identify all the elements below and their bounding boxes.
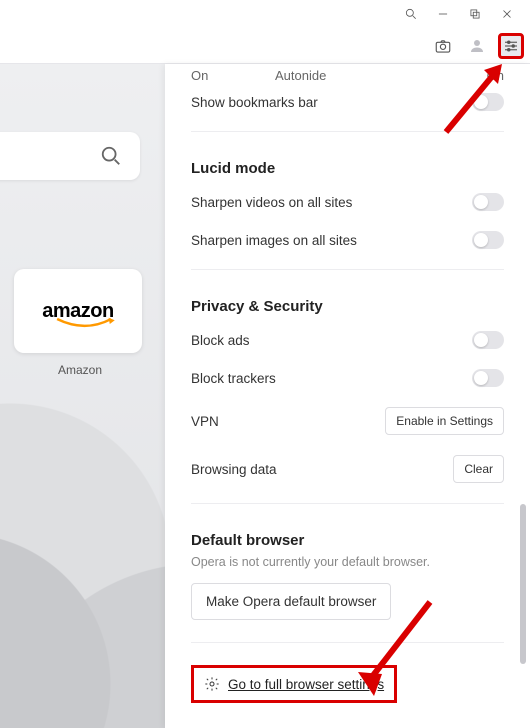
sharpen-videos-row: Sharpen videos on all sites — [191, 183, 504, 221]
minimize-button[interactable] — [428, 2, 458, 26]
panel-scrollbar[interactable] — [520, 504, 526, 664]
block-trackers-toggle[interactable] — [472, 369, 504, 387]
profile-icon[interactable] — [464, 33, 490, 59]
tile-label: Amazon — [14, 363, 146, 377]
title-search-icon[interactable] — [396, 2, 426, 26]
sharpen-images-row: Sharpen images on all sites — [191, 221, 504, 259]
item-label: Show bookmarks bar — [191, 95, 318, 110]
top-status-row: On Autonide On — [191, 68, 504, 83]
lucid-mode-title: Lucid mode — [191, 160, 504, 177]
speed-dial-tile[interactable]: amazon Amazon — [14, 269, 146, 377]
speed-dial-background: amazon Amazon — [0, 64, 165, 728]
block-ads-toggle[interactable] — [472, 331, 504, 349]
full-settings-link[interactable]: Go to full browser settings — [191, 665, 397, 703]
browsing-data-row: Browsing data Clear — [191, 445, 504, 493]
privacy-title: Privacy & Security — [191, 298, 504, 315]
easy-setup-button[interactable] — [498, 33, 524, 59]
block-trackers-row: Block trackers — [191, 359, 504, 397]
search-input[interactable] — [0, 132, 140, 180]
full-settings-label: Go to full browser settings — [228, 677, 384, 692]
vpn-enable-button[interactable]: Enable in Settings — [385, 407, 504, 435]
maximize-button[interactable] — [460, 2, 490, 26]
default-browser-title: Default browser — [191, 532, 504, 549]
snapshot-icon[interactable] — [430, 33, 456, 59]
window-titlebar — [0, 0, 530, 28]
search-icon — [100, 145, 122, 167]
toolbar — [0, 28, 530, 64]
make-default-button[interactable]: Make Opera default browser — [191, 583, 391, 620]
block-ads-row: Block ads — [191, 321, 504, 359]
item-label: VPN — [191, 414, 219, 429]
default-browser-subtitle: Opera is not currently your default brow… — [191, 555, 504, 569]
item-label: Block ads — [191, 333, 250, 348]
bookmarks-toggle[interactable] — [472, 93, 504, 111]
item-label: Block trackers — [191, 371, 276, 386]
easy-setup-panel: On Autonide On Show bookmarks bar Lucid … — [165, 64, 530, 728]
item-label: Sharpen videos on all sites — [191, 195, 352, 210]
close-button[interactable] — [492, 2, 522, 26]
show-bookmarks-bar-row: Show bookmarks bar — [191, 83, 504, 121]
sharpen-images-toggle[interactable] — [472, 231, 504, 249]
item-label: Browsing data — [191, 462, 277, 477]
gear-icon — [204, 676, 220, 692]
sharpen-videos-toggle[interactable] — [472, 193, 504, 211]
vpn-row: VPN Enable in Settings — [191, 397, 504, 445]
item-label: Sharpen images on all sites — [191, 233, 357, 248]
clear-button[interactable]: Clear — [453, 455, 504, 483]
